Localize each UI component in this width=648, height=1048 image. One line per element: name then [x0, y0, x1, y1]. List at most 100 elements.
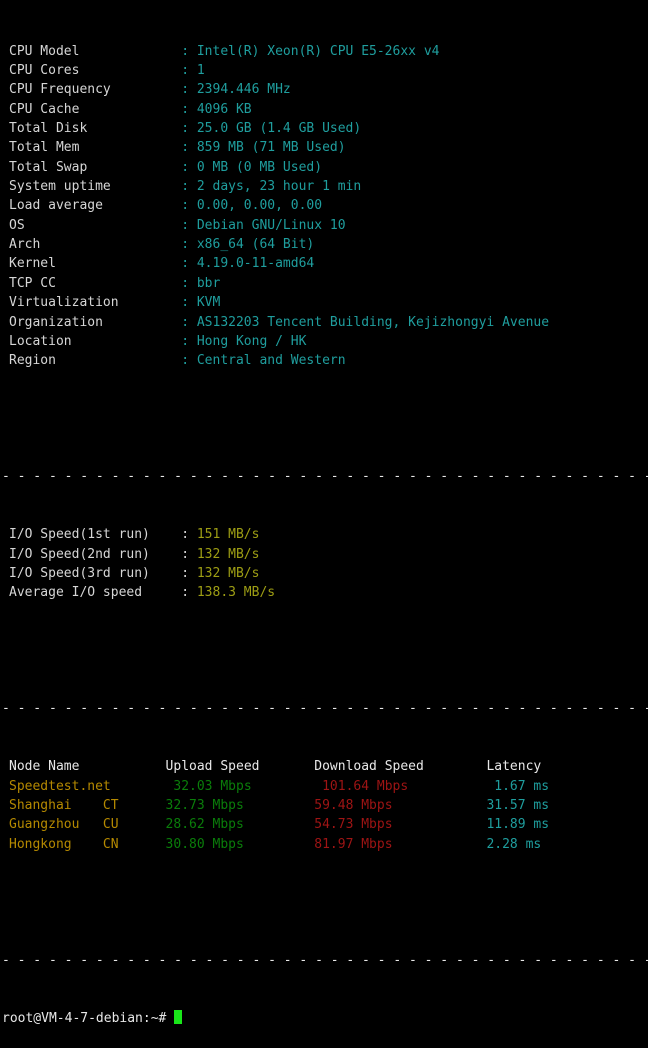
speedtest-header-download: Download Speed — [314, 759, 487, 775]
speedtest-header-upload: Upload Speed — [165, 759, 315, 775]
speedtest-node-name: Hongkong — [9, 836, 103, 852]
info-label: Location — [9, 333, 182, 349]
speedtest-download: 59.48 Mbps — [314, 798, 487, 814]
system-info-block: CPU Model : Intel(R) Xeon(R) CPU E5-26xx… — [0, 42, 648, 371]
info-label: Arch — [9, 237, 182, 253]
io-value: 138.3 MB/s — [196, 585, 276, 601]
info-colon: : — [181, 333, 197, 349]
speedtest-header-latency: Latency — [486, 759, 565, 775]
io-label: I/O Speed(1st run) — [9, 527, 182, 543]
speedtest-download: 101.64 Mbps — [322, 778, 495, 794]
info-value: 2 days, 23 hour 1 min — [196, 179, 362, 195]
info-row: TCP CC : bbr — [0, 274, 648, 293]
info-row: CPU Cores : 1 — [0, 61, 648, 80]
speedtest-block: Node Name Upload Speed Download Speed La… — [0, 757, 648, 854]
info-value: Central and Western — [196, 353, 346, 369]
info-value: 4.19.0-11-amd64 — [196, 256, 315, 272]
info-label: CPU Model — [9, 43, 182, 59]
info-row: CPU Model : Intel(R) Xeon(R) CPU E5-26xx… — [0, 42, 648, 61]
text-cursor[interactable] — [174, 1009, 183, 1024]
speedtest-isp: CT — [102, 798, 166, 814]
terminal-window[interactable]: CPU Model : Intel(R) Xeon(R) CPU E5-26xx… — [0, 0, 648, 1026]
info-colon: : — [181, 179, 197, 195]
info-colon: : — [181, 198, 197, 214]
speedtest-latency: 31.57 ms — [486, 798, 550, 814]
info-label: Total Swap — [9, 159, 182, 175]
info-row: Kernel : 4.19.0-11-amd64 — [0, 254, 648, 273]
speedtest-upload: 30.80 Mbps — [165, 836, 315, 852]
io-colon: : — [181, 585, 197, 601]
info-value: Intel(R) Xeon(R) CPU E5-26xx v4 — [196, 43, 440, 59]
info-colon: : — [181, 140, 197, 156]
speedtest-header-row: Node Name Upload Speed Download Speed La… — [0, 757, 648, 776]
io-colon: : — [181, 546, 197, 562]
info-row: Total Mem : 859 MB (71 MB Used) — [0, 138, 648, 157]
info-label: CPU Cache — [9, 101, 182, 117]
io-colon: : — [181, 527, 197, 543]
info-row: CPU Frequency : 2394.446 MHz — [0, 80, 648, 99]
info-label: Region — [9, 353, 182, 369]
speedtest-isp — [111, 779, 174, 794]
info-value: KVM — [196, 295, 221, 311]
info-colon: : — [181, 353, 197, 369]
shell-prompt-line[interactable]: root@VM-4-7-debian:~# — [0, 1009, 648, 1028]
info-colon: : — [181, 237, 197, 253]
info-row: Organization : AS132203 Tencent Building… — [0, 313, 648, 332]
info-value: Debian GNU/Linux 10 — [196, 217, 346, 233]
info-label: Virtualization — [9, 295, 182, 311]
info-colon: : — [181, 43, 197, 59]
info-row: Location : Hong Kong / HK — [0, 332, 648, 351]
info-colon: : — [181, 63, 197, 79]
speedtest-header-node: Node Name — [9, 759, 166, 775]
separator-line-3: - - - - - - - - - - - - - - - - - - - - … — [2, 952, 648, 968]
info-label: System uptime — [9, 179, 182, 195]
io-label: Average I/O speed — [9, 585, 182, 601]
separator-line-2: - - - - - - - - - - - - - - - - - - - - … — [2, 701, 648, 717]
info-label: CPU Cores — [9, 63, 182, 79]
speedtest-latency: 11.89 ms — [486, 817, 550, 833]
info-row: Arch : x86_64 (64 Bit) — [0, 235, 648, 254]
info-value: 0.00, 0.00, 0.00 — [196, 198, 323, 214]
info-value: 4096 KB — [196, 101, 252, 117]
info-row: Region : Central and Western — [0, 351, 648, 370]
speedtest-latency: 2.28 ms — [486, 836, 542, 852]
info-value: 2394.446 MHz — [196, 82, 291, 98]
info-colon: : — [181, 159, 197, 175]
speedtest-upload: 28.62 Mbps — [165, 817, 315, 833]
info-row: Total Swap : 0 MB (0 MB Used) — [0, 158, 648, 177]
info-value: bbr — [196, 275, 221, 291]
info-label: Kernel — [9, 256, 182, 272]
speedtest-isp: CN — [102, 836, 166, 852]
info-colon: : — [181, 101, 197, 117]
info-colon: : — [181, 295, 197, 311]
io-row: I/O Speed(2nd run) : 132 MB/s — [0, 545, 648, 564]
speedtest-row: Guangzhou CU 28.62 Mbps 54.73 Mbps 11.89… — [0, 815, 648, 834]
info-colon: : — [181, 82, 197, 98]
info-colon: : — [181, 217, 197, 233]
spacer-line-2 — [0, 641, 648, 660]
info-row: Virtualization : KVM — [0, 293, 648, 312]
info-colon: : — [181, 275, 197, 291]
speedtest-upload: 32.73 Mbps — [165, 798, 315, 814]
info-value: 1 — [196, 63, 205, 79]
io-label: I/O Speed(2nd run) — [9, 546, 182, 562]
info-value: Hong Kong / HK — [196, 333, 307, 349]
info-value: x86_64 (64 Bit) — [196, 237, 315, 253]
speedtest-row: Shanghai CT 32.73 Mbps 59.48 Mbps 31.57 … — [0, 796, 648, 815]
info-value: 0 MB (0 MB Used) — [196, 159, 323, 175]
info-label: OS — [9, 217, 182, 233]
info-label: Organization — [9, 314, 182, 330]
speedtest-download: 81.97 Mbps — [314, 836, 487, 852]
speedtest-node-name: Shanghai — [9, 798, 103, 814]
speedtest-isp: CU — [102, 817, 166, 833]
info-colon: : — [181, 314, 197, 330]
io-value: 151 MB/s — [196, 527, 260, 543]
prompt-text: root@VM-4-7-debian:~# — [2, 1010, 167, 1026]
info-label: Load average — [9, 198, 182, 214]
info-row: System uptime : 2 days, 23 hour 1 min — [0, 177, 648, 196]
speedtest-node-name: Guangzhou — [9, 817, 103, 833]
speedtest-row: Hongkong CN 30.80 Mbps 81.97 Mbps 2.28 m… — [0, 835, 648, 854]
speedtest-latency: 1.67 ms — [494, 778, 550, 794]
